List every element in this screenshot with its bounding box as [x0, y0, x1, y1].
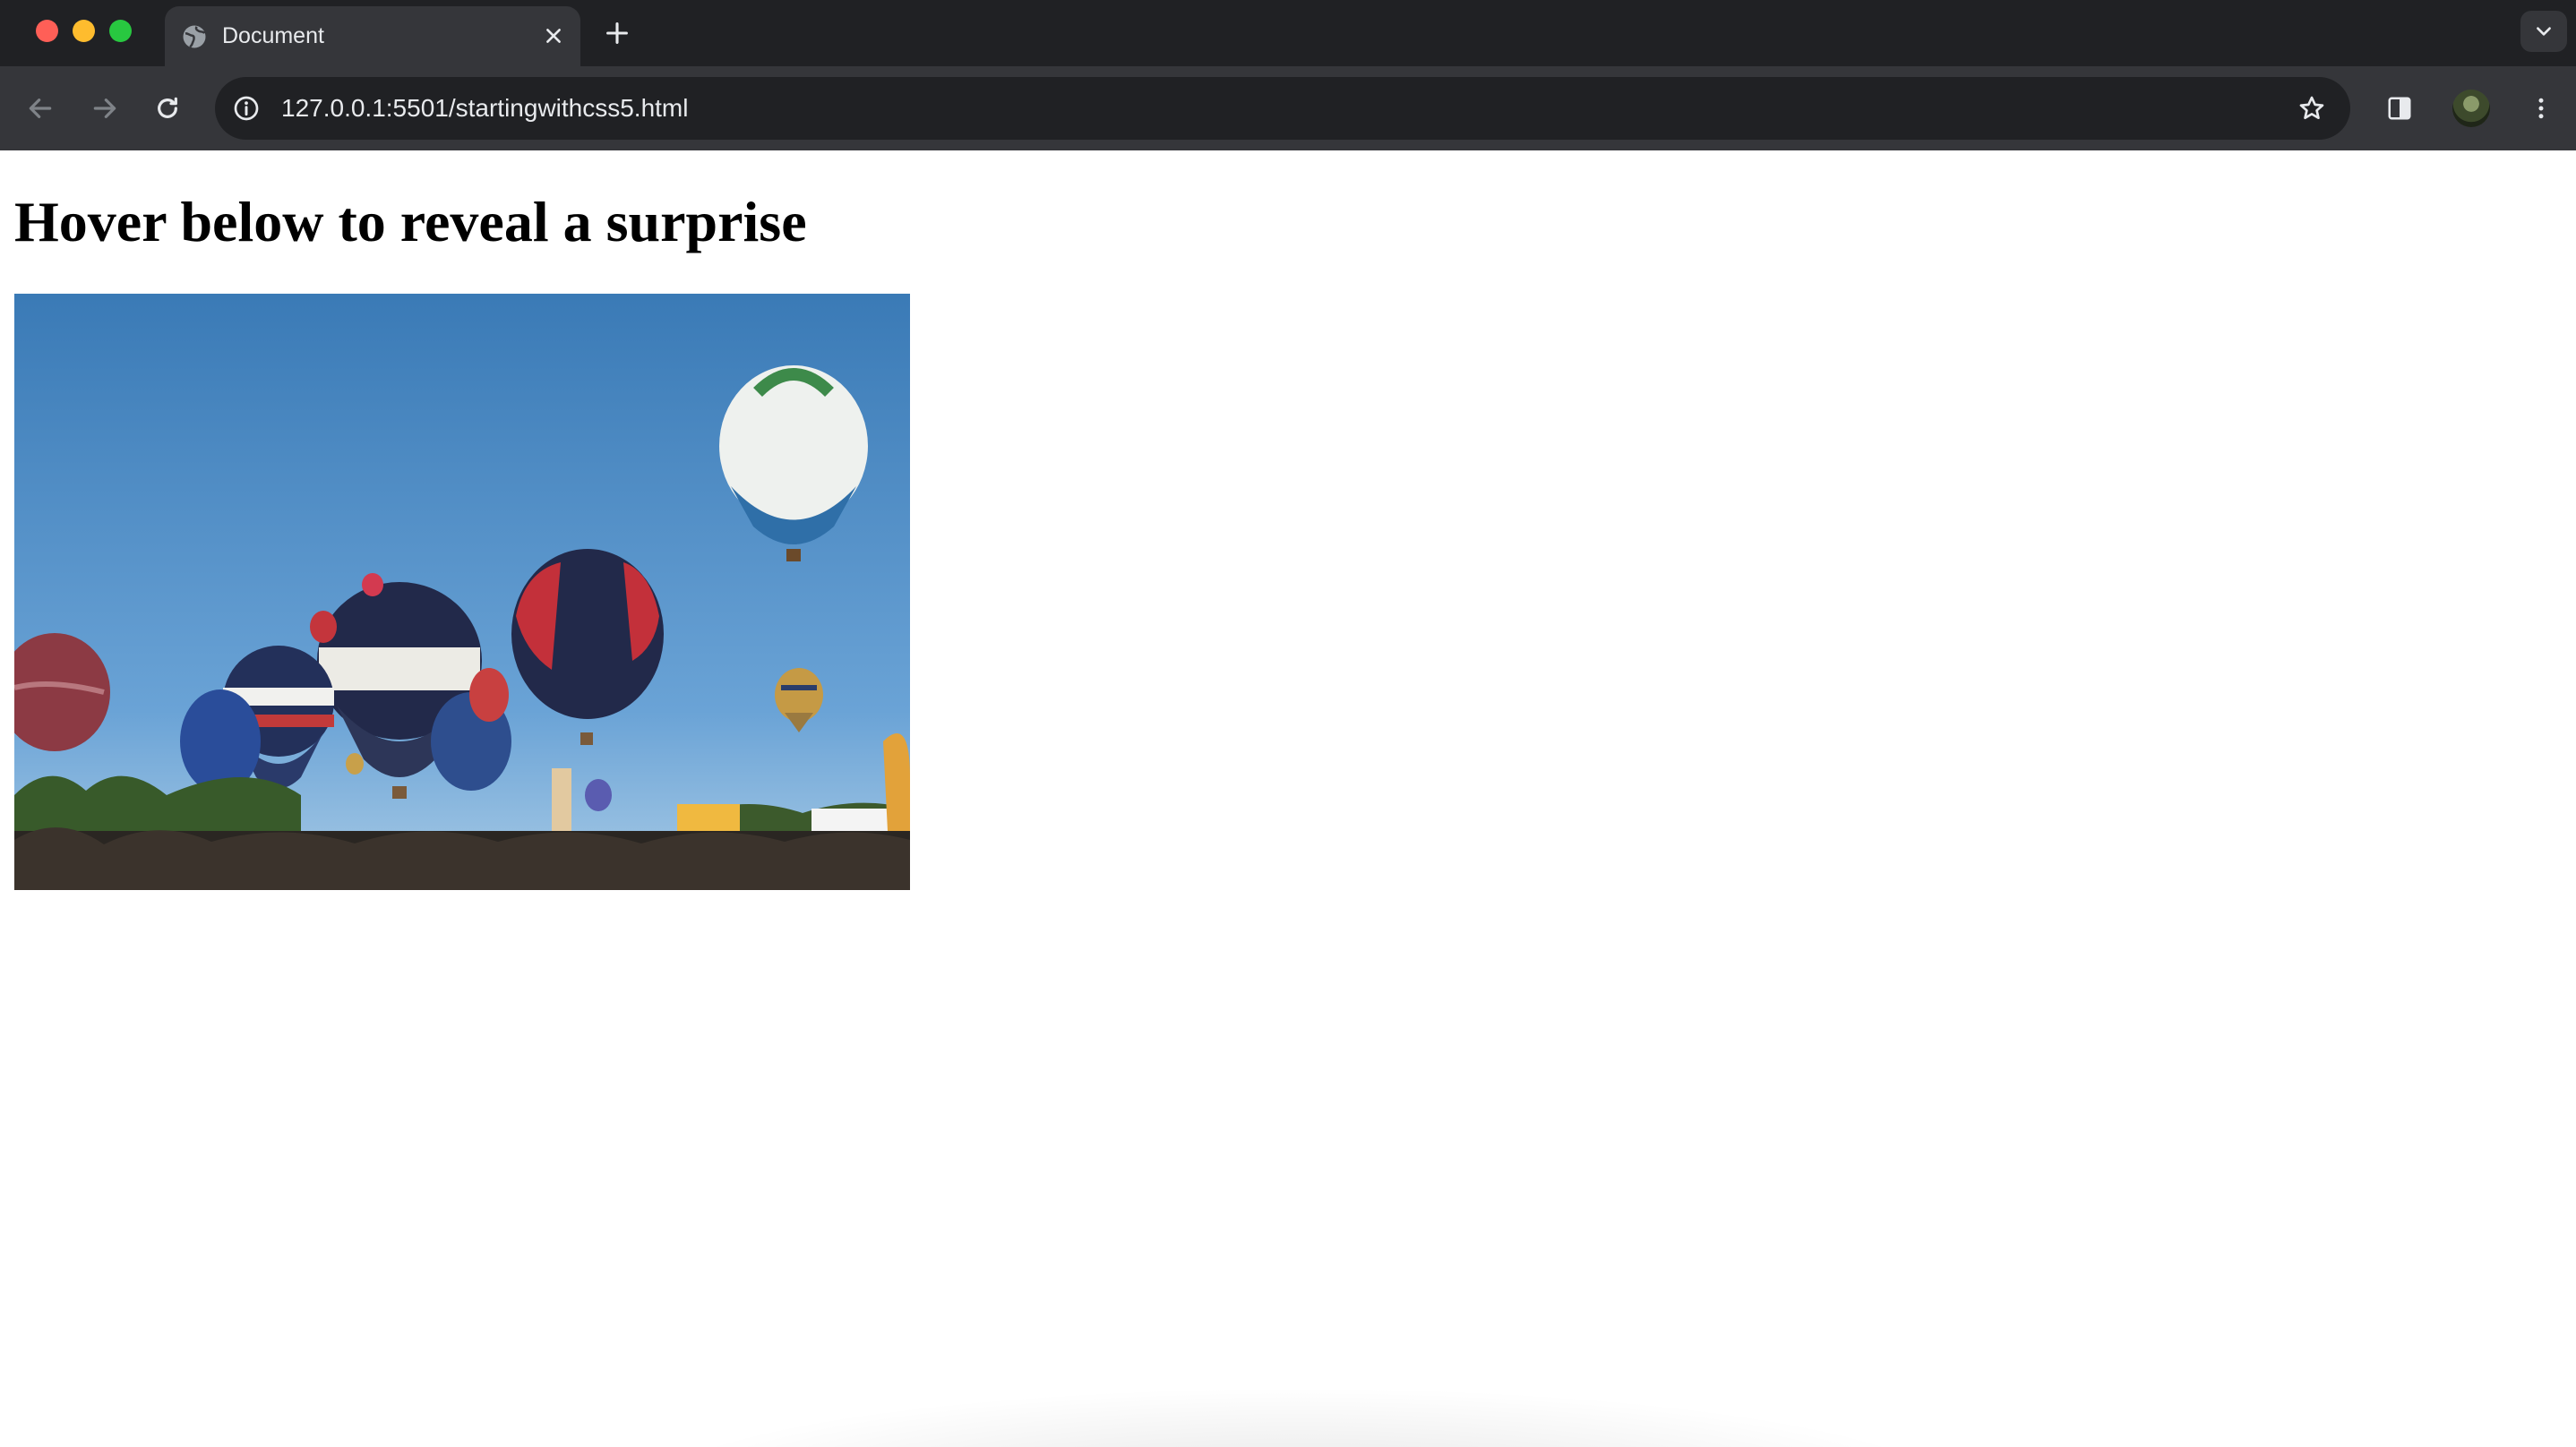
- new-tab-button[interactable]: [600, 16, 634, 50]
- browser-toolbar: 127.0.0.1:5501/startingwithcss5.html: [0, 66, 2576, 150]
- reload-button[interactable]: [149, 90, 186, 127]
- site-info-icon[interactable]: [228, 90, 265, 127]
- chevron-down-icon: [2537, 27, 2551, 36]
- side-panel-icon: [2388, 97, 2411, 120]
- bookmark-star-icon[interactable]: [2293, 90, 2331, 127]
- side-panel-button[interactable]: [2381, 90, 2418, 127]
- window-close-button[interactable]: [36, 20, 58, 42]
- globe-icon: [183, 25, 206, 48]
- forward-arrow-icon: [93, 98, 116, 118]
- tab-title: Document: [222, 23, 324, 48]
- more-menu-button[interactable]: [2522, 90, 2560, 127]
- back-button[interactable]: [21, 90, 59, 127]
- tab-search-button[interactable]: [2520, 11, 2567, 52]
- tab-close-icon[interactable]: [539, 21, 568, 50]
- page-viewport: Hover below to reveal a surprise: [0, 150, 2576, 1447]
- url-text[interactable]: 127.0.0.1:5501/startingwithcss5.html: [281, 93, 688, 124]
- window-minimize-button[interactable]: [73, 20, 95, 42]
- tab-strip: Document: [0, 0, 2576, 66]
- address-bar[interactable]: 127.0.0.1:5501/startingwithcss5.html: [215, 77, 2350, 140]
- reload-icon: [158, 97, 177, 118]
- back-arrow-icon: [29, 98, 52, 118]
- page-heading: Hover below to reveal a surprise: [14, 190, 807, 253]
- forward-button[interactable]: [86, 90, 124, 127]
- profile-avatar[interactable]: [2452, 90, 2490, 127]
- bottom-shadow: [627, 1386, 1971, 1447]
- more-vertical-icon: [2538, 98, 2544, 119]
- browser-tab-active[interactable]: Document: [165, 6, 580, 66]
- window-controls: [36, 20, 132, 42]
- window-maximize-button[interactable]: [109, 20, 132, 42]
- hot-air-balloons-photo[interactable]: [14, 294, 910, 890]
